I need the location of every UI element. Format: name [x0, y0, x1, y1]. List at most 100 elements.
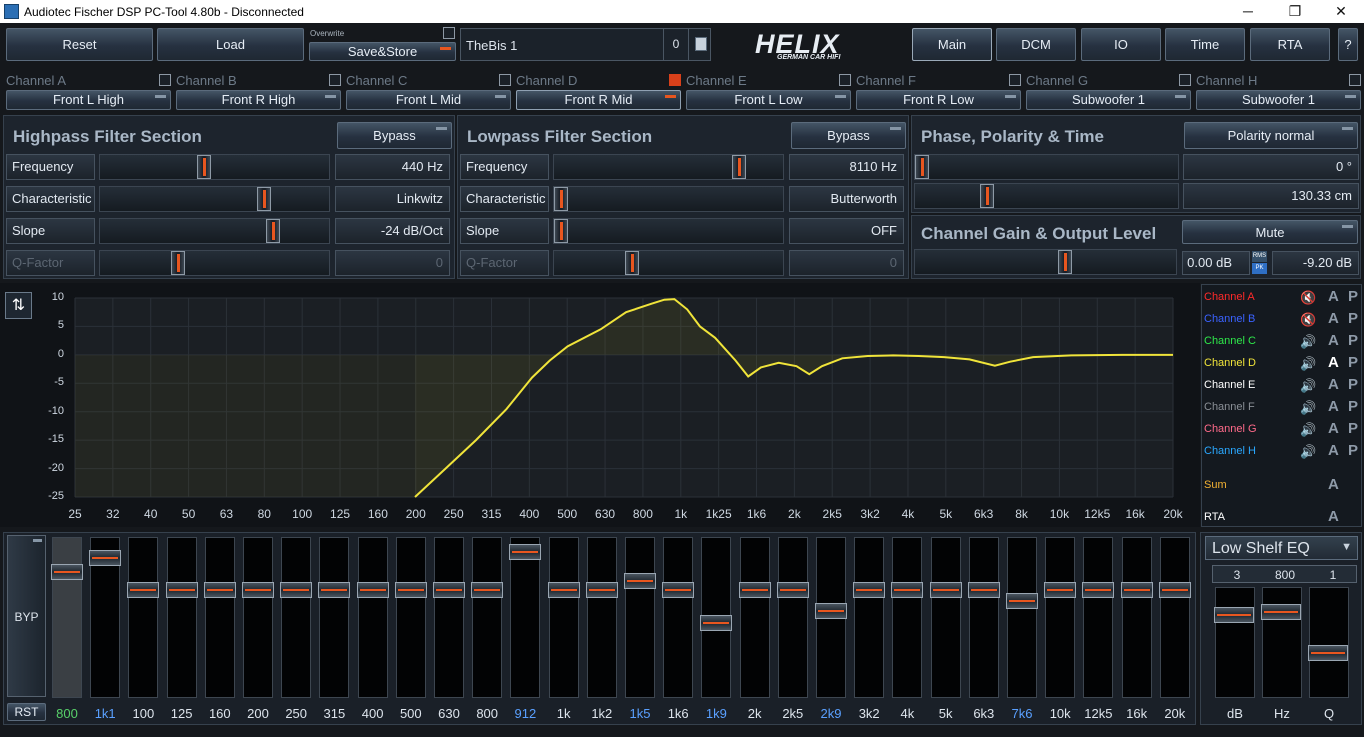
eq-band-slider-17[interactable]	[700, 537, 733, 698]
shelf-hz-handle[interactable]	[1261, 604, 1301, 620]
channel-checkbox-1[interactable]	[329, 74, 341, 86]
eq-band-slider-21[interactable]	[853, 537, 886, 698]
eq-band-slider-6[interactable]	[280, 537, 313, 698]
eq-band-slider-2[interactable]	[127, 537, 160, 698]
channel-checkbox-5[interactable]	[1009, 74, 1021, 86]
channel-checkbox-3[interactable]	[669, 74, 681, 86]
eq-reset-button[interactable]: RST	[7, 703, 46, 721]
channel-checkbox-2[interactable]	[499, 74, 511, 86]
legend-row-channel-g[interactable]: Channel G 🔊 A P	[1204, 420, 1360, 440]
nav-dcm-button[interactable]: DCM	[996, 28, 1076, 61]
highpass-row-value-1[interactable]: Linkwitz	[335, 186, 450, 212]
legend-a-toggle[interactable]: A	[1328, 420, 1339, 437]
highpass-row-slider-2[interactable]	[99, 218, 330, 244]
eq-band-handle-5[interactable]	[242, 582, 274, 598]
channel-assign-button-0[interactable]: Front L High	[6, 90, 171, 110]
eq-band-slider-18[interactable]	[738, 537, 771, 698]
eq-band-slider-29[interactable]	[1158, 537, 1191, 698]
eq-band-slider-11[interactable]	[471, 537, 504, 698]
phase-value[interactable]: 0 °	[1183, 154, 1359, 180]
legend-row-channel-d[interactable]: Channel D 🔊 A P	[1204, 354, 1360, 374]
maximize-icon[interactable]: ❐	[1272, 0, 1318, 23]
legend-a-toggle[interactable]: A	[1328, 476, 1339, 493]
eq-band-handle-14[interactable]	[585, 582, 618, 598]
shelf-q-handle[interactable]	[1308, 645, 1348, 661]
speaker-icon[interactable]: 🔊	[1300, 422, 1316, 438]
eq-band-handle-22[interactable]	[891, 582, 924, 598]
gain-slider-handle[interactable]	[1058, 250, 1072, 274]
preset-field[interactable]: TheBis 1 0	[460, 28, 711, 61]
rms-badge[interactable]: RMS	[1252, 251, 1267, 262]
eq-band-slider-28[interactable]	[1120, 537, 1153, 698]
legend-a-toggle[interactable]: A	[1328, 442, 1339, 459]
time-slider-handle[interactable]	[980, 184, 994, 208]
eq-band-slider-20[interactable]	[815, 537, 847, 698]
channel-checkbox-6[interactable]	[1179, 74, 1191, 86]
legend-p-toggle[interactable]: P	[1348, 420, 1358, 437]
legend-row-channel-b[interactable]: Channel B 🔇 A P	[1204, 310, 1360, 330]
highpass-row-slider-0[interactable]	[99, 154, 330, 180]
lowpass-bypass-button[interactable]: Bypass	[791, 122, 906, 149]
channel-checkbox-0[interactable]	[159, 74, 171, 86]
shelf-db-slider[interactable]	[1214, 587, 1255, 698]
eq-band-slider-5[interactable]	[242, 537, 274, 698]
eq-band-slider-16[interactable]	[662, 537, 695, 698]
highpass-row-value-0[interactable]: 440 Hz	[335, 154, 450, 180]
eq-band-slider-13[interactable]	[547, 537, 580, 698]
gain-slider[interactable]	[914, 249, 1177, 275]
legend-p-toggle[interactable]: P	[1348, 332, 1358, 349]
legend-p-toggle[interactable]: P	[1348, 288, 1358, 305]
shelf-q-value[interactable]: 1	[1309, 568, 1357, 582]
time-value[interactable]: 130.33 cm	[1183, 183, 1359, 209]
legend-p-toggle[interactable]: P	[1348, 310, 1358, 327]
channel-assign-button-3[interactable]: Front R Mid	[516, 90, 681, 110]
eq-band-slider-3[interactable]	[165, 537, 198, 698]
highpass-row-slider-1[interactable]	[99, 186, 330, 212]
minimize-icon[interactable]: ─	[1225, 0, 1271, 23]
lowpass-row-value-2[interactable]: OFF	[789, 218, 904, 244]
mute-button[interactable]: Mute	[1182, 220, 1358, 244]
eq-band-handle-19[interactable]	[776, 582, 809, 598]
eq-band-handle-9[interactable]	[394, 582, 427, 598]
eq-band-slider-27[interactable]	[1082, 537, 1115, 698]
eq-band-handle-18[interactable]	[738, 582, 771, 598]
eq-band-slider-15[interactable]	[624, 537, 656, 698]
lowpass-row-slider-0[interactable]	[553, 154, 784, 180]
legend-p-toggle[interactable]: P	[1348, 376, 1358, 393]
eq-band-slider-8[interactable]	[356, 537, 389, 698]
lowpass-row-value-3[interactable]: 0	[789, 250, 904, 276]
channel-assign-button-6[interactable]: Subwoofer 1	[1026, 90, 1191, 110]
highpass-row-slider-3[interactable]	[99, 250, 330, 276]
highpass-row-value-2[interactable]: -24 dB/Oct	[335, 218, 450, 244]
legend-row-channel-h[interactable]: Channel H 🔊 A P	[1204, 442, 1360, 462]
eq-band-slider-7[interactable]	[318, 537, 351, 698]
time-slider[interactable]	[914, 183, 1179, 209]
edit-icon[interactable]	[695, 37, 707, 51]
lowpass-row-value-0[interactable]: 8110 Hz	[789, 154, 904, 180]
legend-row-rta[interactable]: RTA A	[1204, 508, 1360, 528]
nav-time-button[interactable]: Time	[1165, 28, 1245, 61]
shelf-q-slider[interactable]	[1308, 587, 1349, 698]
speaker-icon[interactable]: 🔊	[1300, 400, 1316, 416]
legend-a-toggle[interactable]: A	[1328, 354, 1339, 371]
lowpass-row-slider-handle-1[interactable]	[554, 187, 568, 211]
eq-band-handle-2[interactable]	[127, 582, 160, 598]
legend-row-sum[interactable]: Sum A	[1204, 476, 1360, 496]
eq-band-handle-28[interactable]	[1120, 582, 1153, 598]
phase-slider[interactable]	[914, 154, 1179, 180]
eq-band-handle-29[interactable]	[1158, 582, 1191, 598]
legend-row-channel-a[interactable]: Channel A 🔇 A P	[1204, 288, 1360, 308]
lowpass-row-slider-handle-2[interactable]	[554, 219, 568, 243]
legend-a-toggle[interactable]: A	[1328, 398, 1339, 415]
lowpass-row-slider-1[interactable]	[553, 186, 784, 212]
save-store-button[interactable]: Save&Store	[309, 42, 456, 61]
channel-assign-button-1[interactable]: Front R High	[176, 90, 341, 110]
shelf-hz-value[interactable]: 800	[1261, 568, 1309, 582]
eq-band-handle-8[interactable]	[356, 582, 389, 598]
speaker-icon[interactable]: 🔊	[1300, 444, 1316, 460]
eq-band-slider-0[interactable]	[51, 537, 83, 698]
legend-row-channel-e[interactable]: Channel E 🔊 A P	[1204, 376, 1360, 396]
nav-io-button[interactable]: IO	[1081, 28, 1161, 61]
eq-band-handle-24[interactable]	[967, 582, 1000, 598]
speaker-icon[interactable]: 🔊	[1300, 356, 1316, 372]
